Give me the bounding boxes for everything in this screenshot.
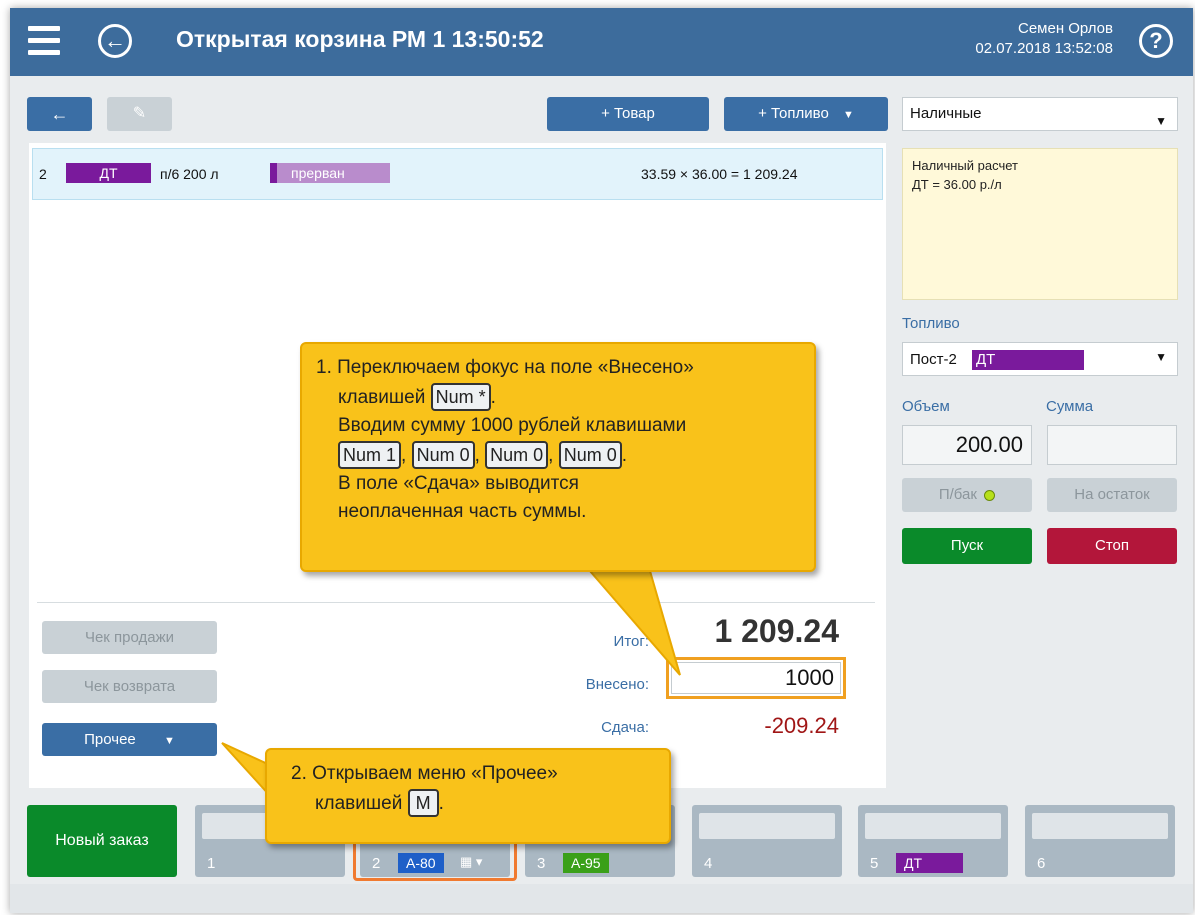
callout-2-line-1: 2. Открываем меню «Прочее»: [291, 763, 558, 784]
callout-1-text: клавишей: [338, 387, 426, 408]
key-num-1: Num 1: [338, 441, 402, 469]
callout-2-text: клавишей: [315, 793, 403, 814]
key-num-0: Num 0: [485, 441, 549, 469]
callout-1-pointer: [587, 570, 681, 676]
key-m: M: [407, 789, 439, 817]
callout-1-line-keys: Num 1, Num 0, Num 0, Num 0.: [316, 440, 802, 470]
callout-2-line-2: клавишей M.: [291, 788, 657, 818]
key-num-0: Num 0: [411, 441, 475, 469]
callout-1-line-3: Вводим сумму 1000 рублей клавишами: [338, 415, 687, 436]
callout-1-line-5: неоплаченная часть суммы.: [338, 501, 587, 522]
callout-1-line-1: 1. Переключаем фокус на поле «Внесено»: [316, 357, 694, 378]
key-num-star: Num *: [430, 383, 491, 411]
callout-2: 2. Открываем меню «Прочее» клавишей M.: [265, 748, 671, 844]
key-num-0: Num 0: [558, 441, 622, 469]
callout-1-line-2: клавишей Num *.: [316, 382, 802, 412]
app-window: ← Открытая корзина РМ 1 13:50:52 Семен О…: [10, 8, 1193, 913]
callout-1-line-4: В поле «Сдача» выводится: [338, 473, 579, 494]
callout-1: 1. Переключаем фокус на поле «Внесено» к…: [300, 342, 816, 572]
